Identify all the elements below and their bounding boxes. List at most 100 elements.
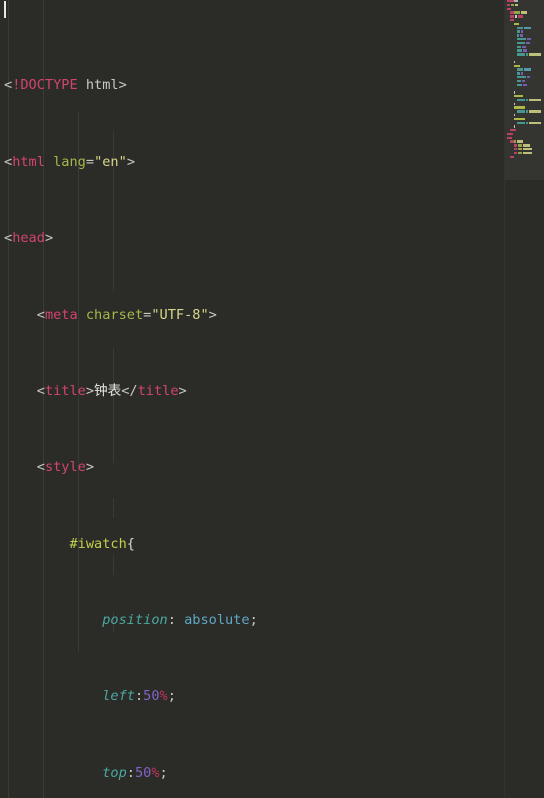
minimap-segment (529, 121, 541, 124)
minimap-segment (517, 151, 522, 155)
code-line[interactable]: left:50%; (0, 687, 505, 706)
minimap-line (505, 72, 544, 75)
minimap-segment (516, 121, 526, 124)
minimap-line (505, 140, 544, 143)
minimap-line (505, 98, 544, 102)
minimap-segment (516, 75, 526, 79)
minimap-segment (510, 129, 516, 132)
minimap-segment (513, 94, 524, 98)
minimap-segment (516, 68, 524, 71)
minimap-line (505, 64, 544, 68)
code-line[interactable]: <style> (0, 458, 505, 477)
minimap-segment (524, 26, 531, 29)
minimap[interactable] (504, 0, 544, 798)
code-line[interactable]: #iwatch{ (0, 535, 505, 554)
minimap-segment (513, 151, 517, 155)
minimap-segment (524, 68, 531, 71)
minimap-segment (516, 34, 520, 37)
code-line[interactable]: <head> (0, 229, 505, 248)
minimap-segment (513, 117, 526, 121)
minimap-line (505, 155, 544, 159)
code-line[interactable]: position: absolute; (0, 611, 505, 630)
minimap-segment (516, 98, 526, 102)
minimap-line (505, 30, 544, 33)
minimap-segment (507, 0, 514, 3)
minimap-segment (516, 41, 526, 45)
minimap-line (505, 110, 544, 113)
minimap-line (505, 7, 544, 11)
minimap-segment (507, 136, 512, 140)
code-line[interactable]: <meta charset="UTF-8"> (0, 306, 505, 325)
minimap-rows (505, 0, 544, 159)
minimap-segment (511, 3, 515, 7)
minimap-line (505, 75, 544, 79)
code-line[interactable]: <html lang="en"> (0, 153, 505, 172)
minimap-segment (513, 64, 521, 67)
minimap-segment (514, 11, 521, 14)
minimap-segment (517, 144, 522, 147)
minimap-segment (516, 37, 526, 41)
minimap-line (505, 148, 544, 151)
minimap-segment (515, 3, 519, 7)
minimap-line (505, 91, 544, 94)
minimap-segment (521, 79, 526, 83)
minimap-line (505, 136, 544, 140)
minimap-segment (507, 132, 513, 136)
minimap-segment (507, 3, 511, 7)
minimap-segment (516, 83, 522, 86)
code-line[interactable]: <title>钟表</title> (0, 382, 505, 401)
minimap-line (505, 45, 544, 49)
minimap-segment (513, 125, 515, 128)
minimap-line (505, 132, 544, 136)
code-line[interactable]: top:50%; (0, 764, 505, 783)
minimap-line (505, 3, 544, 7)
minimap-segment (529, 53, 541, 56)
minimap-segment (529, 98, 541, 102)
code-text-area[interactable]: <!DOCTYPE html> <html lang="en"> <head> … (0, 0, 505, 798)
code-line[interactable]: <!DOCTYPE html> (0, 76, 505, 95)
minimap-line (505, 26, 544, 30)
title-text-node: 钟表 (94, 382, 122, 399)
minimap-line (505, 53, 544, 56)
minimap-line (505, 18, 544, 22)
minimap-segment (522, 151, 532, 155)
minimap-line (505, 41, 544, 45)
minimap-line (505, 106, 544, 109)
minimap-segment (525, 53, 529, 56)
minimap-segment (513, 91, 515, 94)
minimap-segment (522, 83, 527, 86)
minimap-segment (514, 0, 519, 3)
minimap-segment (510, 155, 515, 159)
minimap-segment (513, 22, 520, 26)
minimap-line (505, 125, 544, 128)
minimap-segment (516, 110, 526, 113)
minimap-segment (517, 15, 523, 18)
minimap-line (505, 57, 544, 60)
minimap-segment (513, 148, 517, 151)
minimap-segment (514, 140, 516, 143)
minimap-line (505, 37, 544, 41)
minimap-segment (516, 72, 521, 75)
minimap-segment (516, 45, 521, 48)
minimap-segment (516, 53, 526, 56)
code-editor[interactable]: <!DOCTYPE html> <html lang="en"> <head> … (0, 0, 544, 798)
minimap-segment (520, 11, 527, 14)
minimap-segment (525, 98, 529, 102)
minimap-segment (525, 121, 529, 124)
minimap-segment (510, 15, 515, 18)
minimap-segment (510, 11, 514, 14)
minimap-segment (521, 45, 526, 48)
minimap-segment (513, 113, 515, 117)
minimap-segment (507, 7, 512, 10)
minimap-segment (520, 72, 524, 75)
minimap-segment (513, 106, 526, 109)
minimap-segment (520, 30, 524, 33)
minimap-segment (510, 140, 514, 143)
minimap-line (505, 102, 544, 106)
minimap-segment (522, 148, 532, 151)
minimap-line (505, 151, 544, 155)
minimap-segment (515, 15, 517, 18)
minimap-segment (522, 144, 530, 147)
minimap-segment (516, 79, 521, 83)
minimap-line (505, 117, 544, 121)
